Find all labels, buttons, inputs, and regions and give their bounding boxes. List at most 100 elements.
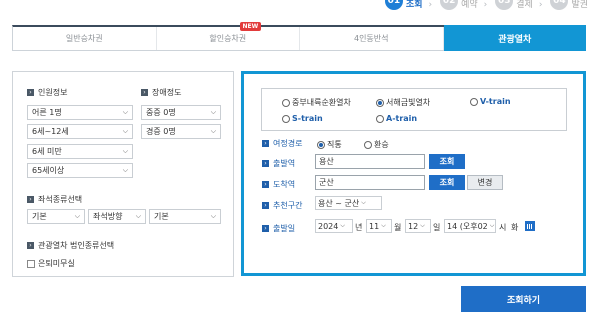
calendar-icon[interactable] [525, 221, 535, 231]
arrow-bullet-icon: › [262, 181, 269, 188]
arrival-label: › 도착역 [262, 179, 295, 190]
select-value: 2024 [318, 221, 339, 231]
radio-route-direct[interactable]: 직통 [317, 139, 342, 150]
chevron-right-icon: › [483, 0, 488, 10]
select-value: 기본 [154, 212, 169, 221]
seat-type-select[interactable]: 기본 ⌵ [27, 209, 85, 224]
radio-label: V-train [480, 97, 511, 106]
arrival-station-input[interactable]: 군산 [315, 175, 425, 190]
passenger-info-title: › 인원정보 [27, 87, 67, 98]
step-number: 04 [550, 0, 569, 10]
radio-button[interactable] [317, 140, 325, 149]
step-number: 01 [384, 0, 403, 10]
select-value: 경증 0명 [146, 127, 176, 136]
select-value: 용산 ~ 군산 [318, 198, 360, 208]
radio-a-train[interactable]: A-train [376, 114, 417, 123]
radio-label: 환승 [374, 140, 389, 149]
radio-v-train[interactable]: V-train [470, 97, 511, 106]
year-select[interactable]: 2024 ⌵ [315, 219, 353, 233]
legal-checkbox[interactable]: 은퇴미무실 [27, 258, 75, 269]
passenger-options-panel: › 인원정보 어른 1명 ⌵ 6세~12세 ⌵ 6세 미만 ⌵ 65세이상 ⌵ › 장애… [12, 71, 234, 277]
arrow-bullet-icon: › [141, 89, 148, 96]
tab-label: 할인승차권 [209, 34, 247, 43]
select-value: 11 [369, 221, 380, 231]
arrival-lookup-button[interactable]: 조회 [429, 175, 465, 190]
year-unit: 년 [355, 223, 363, 232]
day-select[interactable]: 12 ⌵ [405, 219, 431, 233]
field-label: 추천구간 [273, 201, 303, 210]
field-label: 출발일 [273, 224, 296, 233]
departure-label: › 출발역 [262, 158, 295, 169]
tab-tourist-train[interactable]: 관광열차 [443, 25, 586, 51]
legal-type-title: › 관광열차 법인종류선택 [27, 240, 114, 251]
ticket-type-tabs: 일반승차권 할인승차권 NEW 4인동반석 관광열차 [12, 22, 586, 51]
arrow-bullet-icon: › [262, 140, 269, 147]
section-label: 인원정보 [38, 88, 68, 97]
departure-date-label: › 출발일 [262, 223, 295, 234]
select-value: 12 [408, 221, 419, 231]
select-value: 65세이상 [32, 166, 65, 175]
field-label: 여정경로 [273, 139, 303, 148]
radio-west-train[interactable]: 서해금빛열차 [376, 97, 430, 108]
checkbox-box[interactable] [27, 259, 35, 268]
child-count-select[interactable]: 6세~12세 ⌵ [27, 124, 133, 139]
step-label: 예약 [461, 0, 478, 10]
arrow-bullet-icon: › [262, 160, 269, 167]
radio-label: 중부내륙순환열차 [292, 98, 351, 107]
radio-button[interactable] [282, 98, 290, 107]
step-number: 03 [495, 0, 514, 10]
recommended-section-select[interactable]: 용산 ~ 군산 ⌵ [315, 196, 382, 210]
search-button[interactable]: 조회하기 [461, 286, 586, 312]
radio-label: A-train [386, 114, 418, 123]
day-of-week: 화 [511, 223, 519, 232]
radio-button[interactable] [376, 98, 384, 107]
chevron-down-icon: ⌵ [122, 108, 128, 116]
senior-count-select[interactable]: 65세이상 ⌵ [27, 163, 133, 178]
seat-direction-select[interactable]: 좌석방향 ⌵ [88, 209, 146, 224]
departure-station-input[interactable]: 용산 [315, 154, 425, 169]
chevron-down-icon: ⌵ [210, 108, 216, 116]
route-label: › 여정경로 [262, 138, 302, 149]
chevron-right-icon: › [538, 0, 543, 10]
step-label: 결제 [516, 0, 533, 10]
select-value: 14 (오후02 [447, 221, 488, 231]
chevron-down-icon: ⌵ [340, 222, 345, 229]
radio-button[interactable] [364, 140, 372, 149]
select-value: 중증 0명 [146, 108, 176, 117]
radio-button[interactable] [470, 97, 478, 106]
tab-discount-ticket[interactable]: 할인승차권 NEW [156, 22, 300, 50]
hour-select[interactable]: 14 (오후02 ⌵ [444, 219, 496, 233]
chevron-down-icon: ⌵ [381, 222, 386, 229]
severe-disability-select[interactable]: 중증 0명 ⌵ [141, 105, 221, 120]
select-value: 6세 미만 [32, 147, 62, 156]
swap-stations-button[interactable]: 변경 [467, 175, 503, 190]
new-badge: NEW [239, 22, 262, 31]
checkbox-label: 은퇴미무실 [38, 259, 75, 268]
tab-four-person-seat[interactable]: 4인동반석 [300, 27, 444, 50]
step-label: 조회 [405, 0, 423, 10]
radio-route-transfer[interactable]: 환승 [364, 139, 389, 150]
seat-type-title: › 좌석종류선택 [27, 194, 82, 205]
step-ticketing: 04 발권 [550, 0, 588, 10]
train-search-panel: 중부내륙순환열차 서해금빛열차 V-train S-train A-train … [241, 71, 586, 276]
month-select[interactable]: 11 ⌵ [366, 219, 392, 233]
month-unit: 월 [394, 223, 402, 232]
seat-position-select[interactable]: 기본 ⌵ [149, 209, 221, 224]
mild-disability-select[interactable]: 경증 0명 ⌵ [141, 124, 221, 139]
step-label: 발권 [571, 0, 588, 10]
radio-button[interactable] [282, 114, 290, 123]
hour-unit: 시 [499, 223, 507, 232]
step-payment: 03 결제 › [495, 0, 543, 10]
infant-count-select[interactable]: 6세 미만 ⌵ [27, 144, 133, 159]
radio-s-train[interactable]: S-train [282, 114, 323, 123]
tab-general-ticket[interactable]: 일반승차권 [13, 27, 157, 50]
chevron-down-icon: ⌵ [122, 127, 128, 135]
radio-o-train[interactable]: 중부내륙순환열차 [282, 97, 351, 108]
departure-lookup-button[interactable]: 조회 [429, 154, 465, 169]
radio-button[interactable] [376, 114, 384, 123]
adult-count-select[interactable]: 어른 1명 ⌵ [27, 105, 133, 120]
field-label: 도착역 [273, 180, 296, 189]
chevron-right-icon: › [428, 0, 433, 10]
step-number: 02 [440, 0, 459, 10]
arrow-bullet-icon: › [27, 242, 34, 249]
